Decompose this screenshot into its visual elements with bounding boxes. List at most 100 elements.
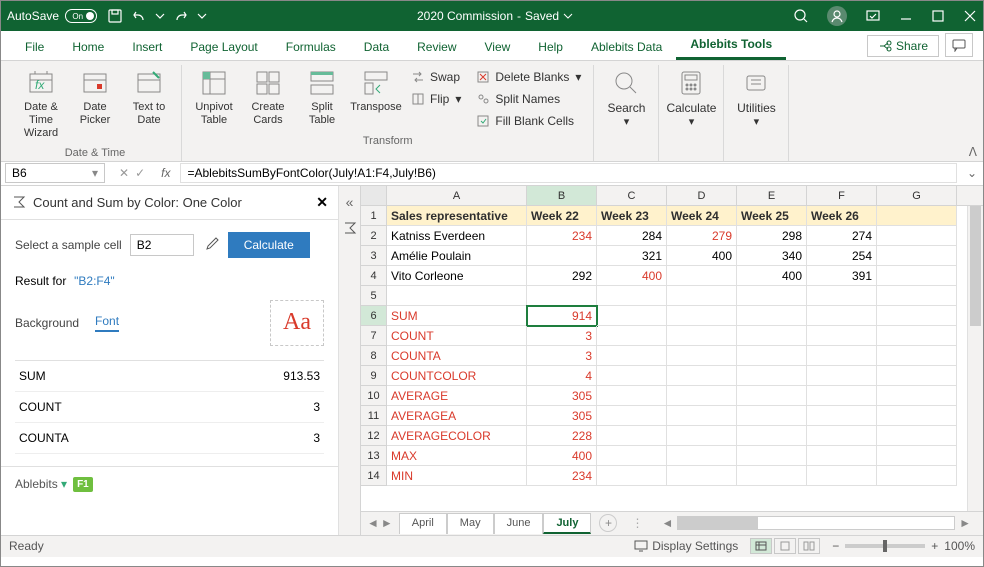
cancel-formula-icon[interactable]: ✕ bbox=[119, 166, 129, 180]
zoom-slider[interactable] bbox=[845, 544, 925, 548]
cell-D7[interactable] bbox=[667, 326, 737, 346]
row-header-4[interactable]: 4 bbox=[361, 266, 387, 286]
cell-A9[interactable]: COUNTCOLOR bbox=[387, 366, 527, 386]
row-header-6[interactable]: 6 bbox=[361, 306, 387, 326]
cell-G1[interactable] bbox=[877, 206, 957, 226]
cell-G2[interactable] bbox=[877, 226, 957, 246]
cell-E5[interactable] bbox=[737, 286, 807, 306]
delete-blanks-button[interactable]: Delete Blanks▾ bbox=[471, 67, 585, 87]
cell-D13[interactable] bbox=[667, 446, 737, 466]
col-header-C[interactable]: C bbox=[597, 186, 667, 205]
cell-F1[interactable]: Week 26 bbox=[807, 206, 877, 226]
cell-B5[interactable] bbox=[527, 286, 597, 306]
cell-F3[interactable]: 254 bbox=[807, 246, 877, 266]
cell-B13[interactable]: 400 bbox=[527, 446, 597, 466]
cell-D8[interactable] bbox=[667, 346, 737, 366]
cell-G12[interactable] bbox=[877, 426, 957, 446]
sigma-mini-icon[interactable] bbox=[342, 220, 358, 236]
cell-F2[interactable]: 274 bbox=[807, 226, 877, 246]
row-header-3[interactable]: 3 bbox=[361, 246, 387, 266]
comments-button[interactable] bbox=[945, 33, 973, 57]
cell-A12[interactable]: AVERAGECOLOR bbox=[387, 426, 527, 446]
cell-F9[interactable] bbox=[807, 366, 877, 386]
cell-B4[interactable]: 292 bbox=[527, 266, 597, 286]
cell-A14[interactable]: MIN bbox=[387, 466, 527, 486]
col-header-D[interactable]: D bbox=[667, 186, 737, 205]
redo-icon[interactable] bbox=[173, 8, 189, 24]
cell-C14[interactable] bbox=[597, 466, 667, 486]
text-to-date-button[interactable]: Text to Date bbox=[125, 65, 173, 129]
cell-E13[interactable] bbox=[737, 446, 807, 466]
calculate-button[interactable]: Calculate▾ bbox=[667, 65, 715, 131]
close-icon[interactable] bbox=[963, 9, 977, 23]
row-header-10[interactable]: 10 bbox=[361, 386, 387, 406]
swap-button[interactable]: Swap bbox=[406, 67, 465, 87]
cell-F12[interactable] bbox=[807, 426, 877, 446]
cell-B2[interactable]: 234 bbox=[527, 226, 597, 246]
date-picker-button[interactable]: Date Picker bbox=[71, 65, 119, 129]
cell-E10[interactable] bbox=[737, 386, 807, 406]
add-sheet-button[interactable]: + bbox=[599, 514, 617, 532]
share-button[interactable]: Share bbox=[867, 35, 939, 57]
cell-E4[interactable]: 400 bbox=[737, 266, 807, 286]
transpose-button[interactable]: Transpose bbox=[352, 65, 400, 116]
col-header-F[interactable]: F bbox=[807, 186, 877, 205]
sheet-tab-may[interactable]: May bbox=[447, 513, 494, 534]
cell-E11[interactable] bbox=[737, 406, 807, 426]
cell-B1[interactable]: Week 22 bbox=[527, 206, 597, 226]
col-header-A[interactable]: A bbox=[387, 186, 527, 205]
cell-G7[interactable] bbox=[877, 326, 957, 346]
cell-G11[interactable] bbox=[877, 406, 957, 426]
cell-C13[interactable] bbox=[597, 446, 667, 466]
cell-F5[interactable] bbox=[807, 286, 877, 306]
cell-B12[interactable]: 228 bbox=[527, 426, 597, 446]
ribbon-options-icon[interactable] bbox=[865, 8, 881, 24]
toggle-on-icon[interactable]: On bbox=[65, 9, 97, 23]
minimize-icon[interactable] bbox=[899, 9, 913, 23]
tab-file[interactable]: File bbox=[11, 34, 58, 60]
sheet-tab-april[interactable]: April bbox=[399, 513, 447, 534]
cell-B6[interactable]: 914 bbox=[527, 306, 597, 326]
cell-E6[interactable] bbox=[737, 306, 807, 326]
cell-C5[interactable] bbox=[597, 286, 667, 306]
cell-F4[interactable]: 391 bbox=[807, 266, 877, 286]
col-header-B[interactable]: B bbox=[527, 186, 597, 205]
tab-home[interactable]: Home bbox=[58, 34, 118, 60]
save-icon[interactable] bbox=[107, 8, 123, 24]
cell-F6[interactable] bbox=[807, 306, 877, 326]
row-header-9[interactable]: 9 bbox=[361, 366, 387, 386]
cell-G3[interactable] bbox=[877, 246, 957, 266]
cell-A6[interactable]: SUM bbox=[387, 306, 527, 326]
row-header-13[interactable]: 13 bbox=[361, 446, 387, 466]
cell-C4[interactable]: 400 bbox=[597, 266, 667, 286]
search-button[interactable]: Search▾ bbox=[602, 65, 650, 131]
cell-A2[interactable]: Katniss Everdeen bbox=[387, 226, 527, 246]
row-header-14[interactable]: 14 bbox=[361, 466, 387, 486]
cell-F14[interactable] bbox=[807, 466, 877, 486]
formula-input[interactable]: =AblebitsSumByFontColor(July!A1:F4,July!… bbox=[180, 163, 956, 183]
cell-E14[interactable] bbox=[737, 466, 807, 486]
select-all-cell[interactable] bbox=[361, 186, 387, 205]
view-page-layout-icon[interactable] bbox=[774, 538, 796, 554]
cell-C10[interactable] bbox=[597, 386, 667, 406]
cell-E1[interactable]: Week 25 bbox=[737, 206, 807, 226]
undo-icon[interactable] bbox=[131, 8, 147, 24]
cell-B7[interactable]: 3 bbox=[527, 326, 597, 346]
cell-B3[interactable] bbox=[527, 246, 597, 266]
cell-A13[interactable]: MAX bbox=[387, 446, 527, 466]
close-pane-icon[interactable]: ✕ bbox=[316, 194, 328, 211]
cell-G8[interactable] bbox=[877, 346, 957, 366]
tab-formulas[interactable]: Formulas bbox=[272, 34, 350, 60]
vertical-scrollbar[interactable] bbox=[967, 206, 983, 511]
autosave-toggle[interactable]: AutoSave On bbox=[7, 9, 97, 23]
cell-A1[interactable]: Sales representative bbox=[387, 206, 527, 226]
date-time-wizard-button[interactable]: fxDate & Time Wizard bbox=[17, 65, 65, 143]
undo-dropdown-icon[interactable] bbox=[155, 11, 165, 21]
cell-C6[interactable] bbox=[597, 306, 667, 326]
row-header-2[interactable]: 2 bbox=[361, 226, 387, 246]
row-header-12[interactable]: 12 bbox=[361, 426, 387, 446]
tab-data[interactable]: Data bbox=[350, 34, 403, 60]
cell-E9[interactable] bbox=[737, 366, 807, 386]
cell-A11[interactable]: AVERAGEA bbox=[387, 406, 527, 426]
formula-expand-icon[interactable]: ⌄ bbox=[961, 166, 983, 180]
